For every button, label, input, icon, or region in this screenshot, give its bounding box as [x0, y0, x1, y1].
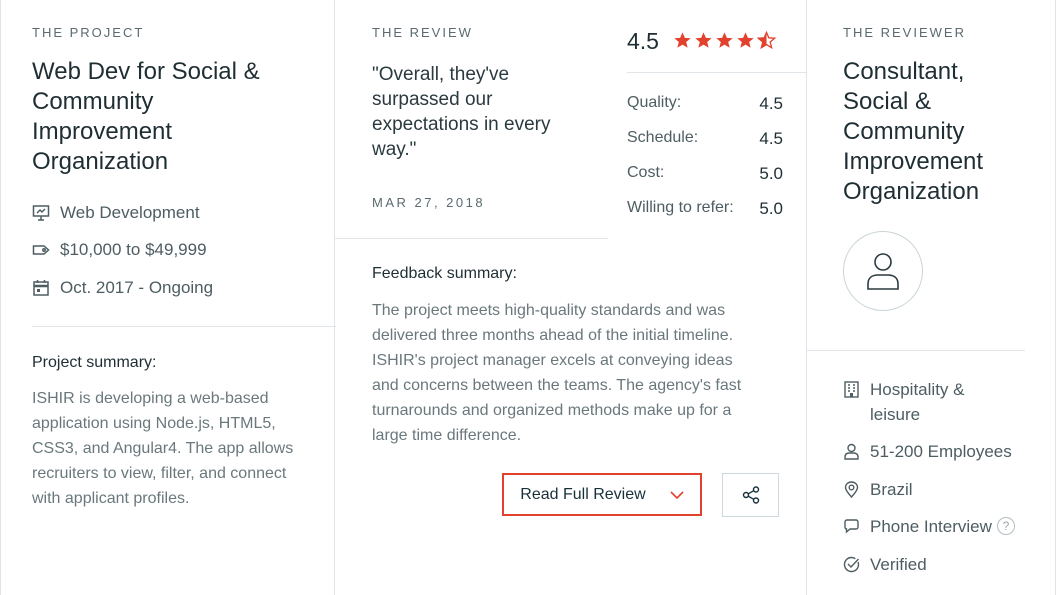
score-cost: Cost: 5.0 — [627, 164, 783, 183]
project-budget: $10,000 to $49,999 — [32, 240, 207, 260]
star-icon — [695, 32, 712, 48]
reviewer-divider — [807, 350, 1025, 351]
star-icon — [737, 32, 754, 48]
user-icon — [867, 253, 899, 290]
review-quote: "Overall, they've surpassed our expectat… — [372, 64, 551, 160]
feedback-summary-label: Feedback summary: — [372, 265, 517, 282]
reviewer-verified: Verified — [843, 552, 927, 577]
presentation-icon — [32, 205, 50, 221]
reviewer-eyebrow: THE REVIEWER — [843, 25, 966, 40]
rating-divider — [627, 72, 806, 73]
share-icon — [742, 486, 759, 504]
project-summary-label: Project summary: — [32, 354, 157, 371]
reviewer-employees: 51-200 Employees — [843, 439, 1012, 464]
feedback-summary-text: The project meets high-quality standards… — [372, 302, 742, 444]
reviewer-industry: Hospitality & leisure — [843, 377, 964, 427]
chevron-down-icon — [670, 490, 684, 499]
share-button[interactable] — [722, 473, 779, 517]
reviewer-location: Brazil — [843, 477, 913, 502]
building-icon — [844, 381, 859, 398]
project-summary-text: ISHIR is developing a web-based applicat… — [32, 390, 294, 507]
check-circle-icon — [843, 556, 860, 573]
star-rating — [673, 31, 776, 50]
score-willing-to-refer: Willing to refer: 5.0 — [627, 199, 783, 218]
review-divider — [335, 238, 608, 239]
review-column: THE REVIEW "Overall, they've surpassed o… — [335, 0, 807, 595]
read-full-review-button[interactable]: Read Full Review — [502, 473, 702, 516]
help-icon[interactable]: ? — [996, 517, 1015, 535]
project-divider — [32, 326, 336, 327]
avatar — [843, 231, 923, 311]
project-service: Web Development — [32, 203, 200, 223]
reviewer-title: Consultant, Social & Community Improveme… — [843, 58, 984, 205]
project-eyebrow: THE PROJECT — [32, 25, 145, 40]
overall-rating: 4.5 — [627, 28, 659, 54]
score-quality: Quality: 4.5 — [627, 94, 783, 113]
star-icon — [716, 32, 733, 48]
project-timeline: Oct. 2017 - Ongoing — [32, 278, 213, 298]
price-tag-icon — [32, 245, 50, 255]
person-icon — [844, 443, 859, 460]
review-date: MAR 27, 2018 — [372, 195, 486, 210]
chat-bubble-icon — [844, 519, 859, 534]
score-schedule: Schedule: 4.5 — [627, 129, 783, 148]
reviewer-column: THE REVIEWER Consultant, Social & Commun… — [807, 0, 1056, 595]
half-star-icon — [757, 31, 776, 50]
map-pin-icon — [844, 481, 859, 498]
project-column: THE PROJECT Web Dev for Social & Communi… — [0, 0, 336, 595]
project-title: Web Dev for Social & Community Improveme… — [32, 58, 260, 175]
read-full-review-label: Read Full Review — [520, 485, 646, 503]
reviewer-interview: Phone Interview ? — [843, 514, 1015, 539]
calendar-icon — [33, 280, 49, 296]
star-icon — [674, 32, 691, 48]
review-eyebrow: THE REVIEW — [372, 25, 473, 40]
